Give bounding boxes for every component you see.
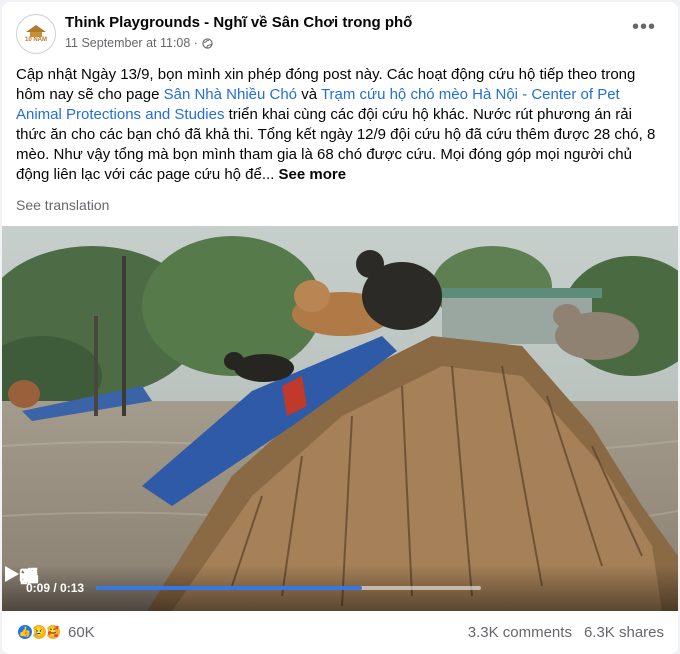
see-translation-link[interactable]: See translation xyxy=(16,197,109,213)
page-avatar[interactable]: 10 NĂM xyxy=(16,14,56,54)
post-meta: Think Playgrounds - Nghĩ về Sân Chơi tro… xyxy=(65,14,412,50)
shares-count[interactable]: 6.3K shares xyxy=(584,624,664,641)
post-header: 10 NĂM Think Playgrounds - Nghĩ về Sân C… xyxy=(16,14,664,56)
video-player[interactable]: 0:09 / 0:13 xyxy=(2,226,678,611)
more-horizontal-icon: ••• xyxy=(631,16,656,38)
reaction-count[interactable]: 60K xyxy=(68,624,95,641)
comments-count[interactable]: 3.3K comments xyxy=(468,624,572,641)
globe-icon xyxy=(202,37,213,49)
video-progress-bar[interactable] xyxy=(96,586,481,590)
house-logo-icon xyxy=(25,24,47,37)
engagement-stats: 3.3K comments 6.3K shares xyxy=(468,624,664,641)
post-body: Cập nhật Ngày 13/9, bọn mình xin phép đó… xyxy=(16,65,660,185)
see-more-link[interactable]: See more xyxy=(279,166,347,183)
video-frame xyxy=(2,226,678,611)
reactions[interactable]: 👍 😢 🥰 60K xyxy=(16,623,95,641)
like-reaction-icon: 👍 xyxy=(16,623,34,641)
avatar-text: 10 NĂM xyxy=(24,36,47,43)
video-controls: 0:09 / 0:13 xyxy=(2,565,678,611)
video-progress-fill xyxy=(96,586,362,590)
post-text-part2: và xyxy=(297,86,321,103)
muted-speaker-icon[interactable] xyxy=(18,565,40,587)
post-footer: 👍 😢 🥰 60K 3.3K comments 6.3K shares xyxy=(16,618,664,646)
post-card: 10 NĂM Think Playgrounds - Nghĩ về Sân C… xyxy=(2,2,678,654)
more-options-button[interactable]: ••• xyxy=(632,17,656,37)
timestamp-row: 11 September at 11:08 · xyxy=(65,36,412,50)
page-link-san-nha-nhieu-cho[interactable]: Sân Nhà Nhiều Chó xyxy=(164,86,297,103)
page-name-link[interactable]: Think Playgrounds - Nghĩ về Sân Chơi tro… xyxy=(65,14,412,32)
timestamp[interactable]: 11 September at 11:08 · xyxy=(65,36,198,50)
